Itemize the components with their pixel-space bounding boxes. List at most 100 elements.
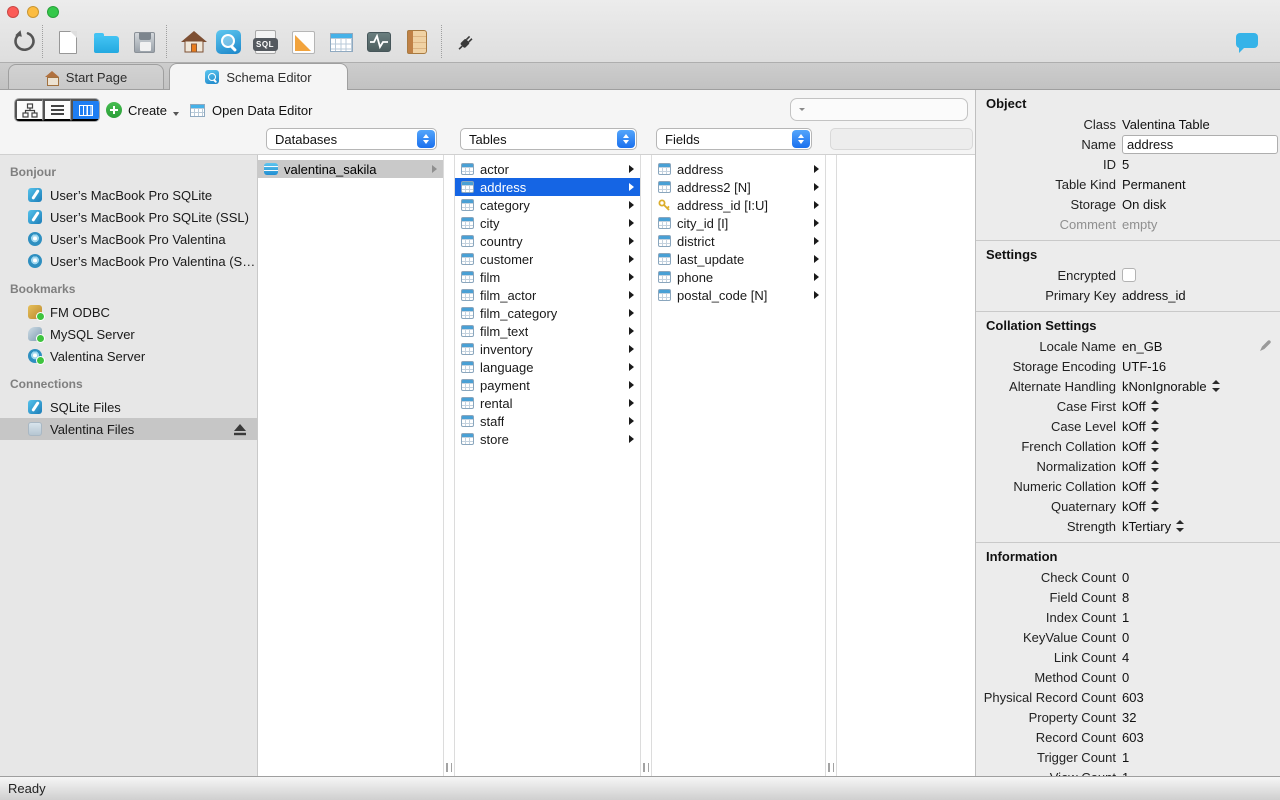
new-document-button[interactable]	[52, 26, 84, 58]
encrypted-row: Encrypted	[976, 265, 1280, 285]
data-grid-icon	[329, 32, 353, 52]
information-row: View Count 1	[976, 767, 1280, 777]
tab-start-page[interactable]: Start Page	[8, 64, 164, 90]
table-row[interactable]: film_category	[455, 304, 640, 322]
list-view-button[interactable]	[43, 99, 71, 121]
schema-icon	[205, 70, 220, 84]
report-editor-button[interactable]	[401, 26, 433, 58]
search-scope-caret-icon[interactable]	[799, 108, 805, 111]
collation-row: Alternate Handling kNonIgnorable	[976, 376, 1280, 396]
column-view-button[interactable]	[71, 99, 99, 121]
field-row[interactable]: address_id [I:U]	[652, 196, 825, 214]
start-page-button[interactable]	[178, 26, 210, 58]
information-row: Property Count 32	[1028, 709, 1137, 725]
save-button[interactable]	[128, 26, 160, 58]
open-data-editor-button[interactable]: Open Data Editor	[190, 98, 312, 122]
table-row[interactable]: film_actor	[455, 286, 640, 304]
field-row[interactable]: last_update	[652, 250, 825, 268]
collation-section: Collation Settings Locale Name en_GB Sto…	[976, 312, 1280, 543]
column-resize-grip[interactable]	[643, 763, 649, 772]
sidebar-item[interactable]: Valentina Server	[0, 345, 257, 367]
sidebar-item[interactable]: User’s MacBook Pro Valentina	[0, 228, 257, 250]
popup-stepper-icon[interactable]	[1150, 420, 1159, 432]
collation-row: Normalization kOff	[976, 456, 1280, 476]
sidebar-item[interactable]: User’s MacBook Pro Valentina (S…	[0, 250, 257, 272]
table-icon	[461, 379, 474, 391]
sidebar-item[interactable]: SQLite Files	[0, 396, 257, 418]
field-row[interactable]: phone	[652, 268, 825, 286]
connect-button[interactable]	[450, 26, 482, 58]
popup-stepper-icon[interactable]	[1211, 380, 1220, 392]
expand-arrow-icon	[814, 183, 819, 191]
expand-arrow-icon	[629, 291, 634, 299]
eject-icon[interactable]	[233, 423, 247, 436]
table-row[interactable]: film_text	[455, 322, 640, 340]
tree-view-button[interactable]	[15, 99, 43, 121]
expand-arrow-icon	[814, 291, 819, 299]
sidebar-item[interactable]: Valentina Files	[0, 418, 257, 440]
diagram-ruler-icon	[291, 30, 315, 54]
schema-editor-button[interactable]	[212, 26, 244, 58]
search-input[interactable]	[807, 102, 983, 117]
feedback-chat-icon[interactable]	[1236, 33, 1258, 53]
table-row[interactable]: category	[455, 196, 640, 214]
expand-arrow-icon	[629, 327, 634, 335]
sql-editor-button[interactable]: SQL	[249, 26, 281, 58]
table-icon	[461, 253, 474, 265]
popup-stepper-icon[interactable]	[1150, 480, 1159, 492]
column-resize-grip[interactable]	[828, 763, 834, 772]
fields-popup[interactable]: Fields	[656, 128, 812, 150]
database-row[interactable]: valentina_sakila	[258, 160, 443, 178]
undo-button[interactable]	[8, 26, 40, 58]
connection-icon	[28, 305, 45, 321]
sidebar-item[interactable]: MySQL Server	[0, 323, 257, 345]
field-row[interactable]: district	[652, 232, 825, 250]
field-row[interactable]: postal_code [N]	[652, 286, 825, 304]
search-field[interactable]	[790, 98, 983, 121]
expand-arrow-icon	[629, 345, 634, 353]
sidebar-item[interactable]: User’s MacBook Pro SQLite (SSL)	[0, 206, 257, 228]
column-resize-grip[interactable]	[446, 763, 452, 772]
empty-filter-slot	[830, 128, 973, 150]
field-row[interactable]: address	[652, 160, 825, 178]
table-row[interactable]: customer	[455, 250, 640, 268]
server-admin-button[interactable]	[363, 26, 395, 58]
tab-schema-editor[interactable]: Schema Editor	[169, 63, 348, 90]
tables-column: actor address category city country cust…	[455, 155, 640, 776]
tables-popup[interactable]: Tables	[460, 128, 637, 150]
open-button[interactable]	[90, 26, 122, 58]
popup-stepper-icon[interactable]	[1150, 500, 1159, 512]
close-window-button[interactable]	[7, 6, 19, 18]
data-editor-button[interactable]	[325, 26, 357, 58]
undo-icon	[14, 30, 35, 52]
minimize-window-button[interactable]	[27, 6, 39, 18]
popup-stepper-icon[interactable]	[1176, 520, 1185, 532]
databases-popup[interactable]: Databases	[266, 128, 437, 150]
name-field[interactable]	[1122, 134, 1278, 154]
table-row[interactable]: inventory	[455, 340, 640, 358]
table-row[interactable]: address	[455, 178, 640, 196]
save-icon	[133, 31, 155, 53]
edit-pencil-icon[interactable]	[1259, 339, 1272, 352]
sidebar-item[interactable]: FM ODBC	[0, 301, 257, 323]
field-row[interactable]: address2 [N]	[652, 178, 825, 196]
connection-icon	[28, 188, 42, 202]
popup-stepper-icon[interactable]	[1150, 400, 1159, 412]
sidebar-item[interactable]: User’s MacBook Pro SQLite	[0, 184, 257, 206]
table-row[interactable]: language	[455, 358, 640, 376]
popup-stepper-icon[interactable]	[1150, 440, 1159, 452]
table-row[interactable]: city	[455, 214, 640, 232]
diagram-editor-button[interactable]	[287, 26, 319, 58]
table-row[interactable]: store	[455, 430, 640, 448]
popup-stepper-icon[interactable]	[1150, 460, 1159, 472]
table-row[interactable]: rental	[455, 394, 640, 412]
table-row[interactable]: staff	[455, 412, 640, 430]
table-row[interactable]: payment	[455, 376, 640, 394]
table-row[interactable]: actor	[455, 160, 640, 178]
table-row[interactable]: country	[455, 232, 640, 250]
zoom-window-button[interactable]	[47, 6, 59, 18]
create-button[interactable]: Create	[106, 98, 180, 122]
field-row[interactable]: city_id [I]	[652, 214, 825, 232]
table-row[interactable]: film	[455, 268, 640, 286]
encrypted-checkbox[interactable]	[1122, 268, 1136, 282]
